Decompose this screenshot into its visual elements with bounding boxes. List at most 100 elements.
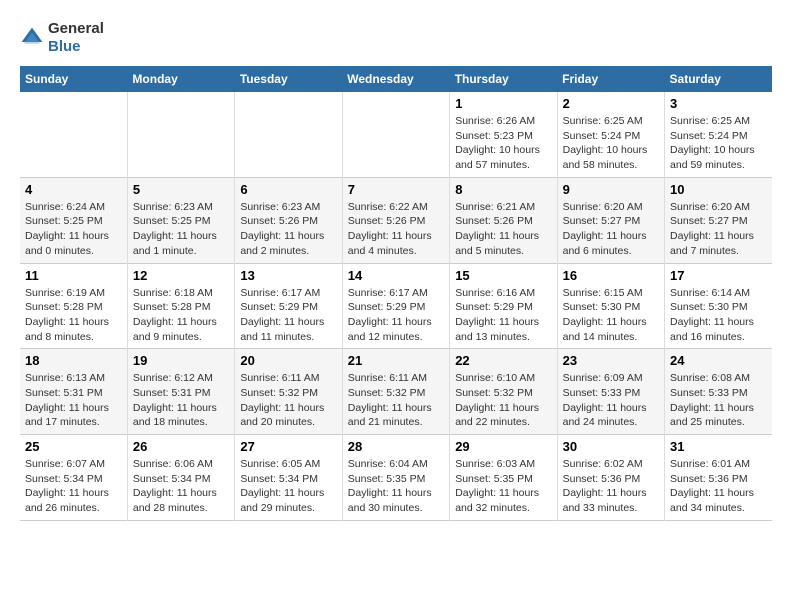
day-info: Sunrise: 6:11 AM Sunset: 5:32 PM Dayligh… [240, 371, 336, 430]
calendar-cell: 14 Sunrise: 6:17 AM Sunset: 5:29 PM Dayli… [342, 263, 449, 349]
day-info: Sunrise: 6:01 AM Sunset: 5:36 PM Dayligh… [670, 457, 767, 516]
calendar-header-friday: Friday [557, 66, 664, 92]
day-info: Sunrise: 6:04 AM Sunset: 5:35 PM Dayligh… [348, 457, 444, 516]
calendar-cell: 3 Sunrise: 6:25 AM Sunset: 5:24 PM Daylig… [665, 92, 772, 177]
calendar-cell: 26Sunrise: 6:06 AM Sunset: 5:34 PM Dayli… [127, 435, 234, 521]
calendar-cell: 13 Sunrise: 6:17 AM Sunset: 5:29 PM Dayli… [235, 263, 342, 349]
calendar-cell: 20 Sunrise: 6:11 AM Sunset: 5:32 PM Dayli… [235, 349, 342, 435]
calendar-week-row: 11Sunrise: 6:19 AM Sunset: 5:28 PM Dayli… [20, 263, 772, 349]
calendar-cell: 29 Sunrise: 6:03 AM Sunset: 5:35 PM Dayli… [450, 435, 557, 521]
calendar-cell [20, 92, 127, 177]
logo-blue: Blue [48, 38, 81, 55]
day-info: Sunrise: 6:23 AM Sunset: 5:25 PM Dayligh… [133, 200, 229, 259]
calendar-header-tuesday: Tuesday [235, 66, 342, 92]
day-number: 7 [348, 182, 444, 197]
day-number: 21 [348, 353, 444, 368]
day-number: 30 [563, 439, 659, 454]
day-number: 29 [455, 439, 551, 454]
day-info: Sunrise: 6:08 AM Sunset: 5:33 PM Dayligh… [670, 371, 767, 430]
day-info: Sunrise: 6:12 AM Sunset: 5:31 PM Dayligh… [133, 371, 229, 430]
day-number: 5 [133, 182, 229, 197]
day-number: 28 [348, 439, 444, 454]
calendar-cell: 25 Sunrise: 6:07 AM Sunset: 5:34 PM Dayli… [20, 435, 127, 521]
day-number: 18 [25, 353, 122, 368]
calendar-cell: 11Sunrise: 6:19 AM Sunset: 5:28 PM Dayli… [20, 263, 127, 349]
calendar-week-row: 4 Sunrise: 6:24 AM Sunset: 5:25 PM Daylig… [20, 177, 772, 263]
page-header: General Blue [20, 20, 772, 56]
day-info: Sunrise: 6:03 AM Sunset: 5:35 PM Dayligh… [455, 457, 551, 516]
logo-icon [20, 26, 44, 50]
calendar-cell [342, 92, 449, 177]
day-number: 2 [563, 96, 659, 111]
day-info: Sunrise: 6:22 AM Sunset: 5:26 PM Dayligh… [348, 200, 444, 259]
day-number: 16 [563, 268, 659, 283]
calendar-cell: 21 Sunrise: 6:11 AM Sunset: 5:32 PM Dayli… [342, 349, 449, 435]
calendar-cell: 30 Sunrise: 6:02 AM Sunset: 5:36 PM Dayli… [557, 435, 664, 521]
day-info: Sunrise: 6:25 AM Sunset: 5:24 PM Dayligh… [563, 114, 659, 173]
day-info: Sunrise: 6:26 AM Sunset: 5:23 PM Dayligh… [455, 114, 551, 173]
day-info: Sunrise: 6:18 AM Sunset: 5:28 PM Dayligh… [133, 286, 229, 345]
calendar-week-row: 18 Sunrise: 6:13 AM Sunset: 5:31 PM Dayli… [20, 349, 772, 435]
calendar-table: SundayMondayTuesdayWednesdayThursdayFrid… [20, 66, 772, 521]
day-number: 11 [25, 268, 122, 283]
day-number: 17 [670, 268, 767, 283]
day-info: Sunrise: 6:17 AM Sunset: 5:29 PM Dayligh… [348, 286, 444, 345]
day-info: Sunrise: 6:24 AM Sunset: 5:25 PM Dayligh… [25, 200, 122, 259]
calendar-header-wednesday: Wednesday [342, 66, 449, 92]
day-info: Sunrise: 6:15 AM Sunset: 5:30 PM Dayligh… [563, 286, 659, 345]
calendar-cell: 24 Sunrise: 6:08 AM Sunset: 5:33 PM Dayli… [665, 349, 772, 435]
day-info: Sunrise: 6:13 AM Sunset: 5:31 PM Dayligh… [25, 371, 122, 430]
calendar-cell: 4 Sunrise: 6:24 AM Sunset: 5:25 PM Daylig… [20, 177, 127, 263]
calendar-cell: 28 Sunrise: 6:04 AM Sunset: 5:35 PM Dayli… [342, 435, 449, 521]
day-number: 1 [455, 96, 551, 111]
day-info: Sunrise: 6:11 AM Sunset: 5:32 PM Dayligh… [348, 371, 444, 430]
day-number: 20 [240, 353, 336, 368]
calendar-cell: 12 Sunrise: 6:18 AM Sunset: 5:28 PM Dayli… [127, 263, 234, 349]
calendar-cell: 27 Sunrise: 6:05 AM Sunset: 5:34 PM Dayli… [235, 435, 342, 521]
day-number: 4 [25, 182, 122, 197]
day-number: 8 [455, 182, 551, 197]
day-number: 22 [455, 353, 551, 368]
day-info: Sunrise: 6:17 AM Sunset: 5:29 PM Dayligh… [240, 286, 336, 345]
calendar-cell: 9Sunrise: 6:20 AM Sunset: 5:27 PM Daylig… [557, 177, 664, 263]
day-info: Sunrise: 6:05 AM Sunset: 5:34 PM Dayligh… [240, 457, 336, 516]
day-number: 13 [240, 268, 336, 283]
calendar-cell: 31 Sunrise: 6:01 AM Sunset: 5:36 PM Dayli… [665, 435, 772, 521]
calendar-week-row: 25 Sunrise: 6:07 AM Sunset: 5:34 PM Dayli… [20, 435, 772, 521]
calendar-cell: 18 Sunrise: 6:13 AM Sunset: 5:31 PM Dayli… [20, 349, 127, 435]
day-info: Sunrise: 6:10 AM Sunset: 5:32 PM Dayligh… [455, 371, 551, 430]
calendar-cell: 22 Sunrise: 6:10 AM Sunset: 5:32 PM Dayli… [450, 349, 557, 435]
calendar-header-thursday: Thursday [450, 66, 557, 92]
day-number: 12 [133, 268, 229, 283]
day-number: 26 [133, 439, 229, 454]
calendar-cell: 15 Sunrise: 6:16 AM Sunset: 5:29 PM Dayli… [450, 263, 557, 349]
calendar-cell: 5 Sunrise: 6:23 AM Sunset: 5:25 PM Daylig… [127, 177, 234, 263]
day-number: 15 [455, 268, 551, 283]
calendar-cell: 1 Sunrise: 6:26 AM Sunset: 5:23 PM Daylig… [450, 92, 557, 177]
day-number: 27 [240, 439, 336, 454]
calendar-cell: 23Sunrise: 6:09 AM Sunset: 5:33 PM Dayli… [557, 349, 664, 435]
day-number: 6 [240, 182, 336, 197]
calendar-cell: 10Sunrise: 6:20 AM Sunset: 5:27 PM Dayli… [665, 177, 772, 263]
day-info: Sunrise: 6:02 AM Sunset: 5:36 PM Dayligh… [563, 457, 659, 516]
day-info: Sunrise: 6:16 AM Sunset: 5:29 PM Dayligh… [455, 286, 551, 345]
day-number: 24 [670, 353, 767, 368]
day-info: Sunrise: 6:09 AM Sunset: 5:33 PM Dayligh… [563, 371, 659, 430]
calendar-cell [127, 92, 234, 177]
calendar-header-sunday: Sunday [20, 66, 127, 92]
calendar-cell: 19 Sunrise: 6:12 AM Sunset: 5:31 PM Dayli… [127, 349, 234, 435]
day-number: 25 [25, 439, 122, 454]
day-info: Sunrise: 6:23 AM Sunset: 5:26 PM Dayligh… [240, 200, 336, 259]
day-number: 19 [133, 353, 229, 368]
day-info: Sunrise: 6:14 AM Sunset: 5:30 PM Dayligh… [670, 286, 767, 345]
calendar-header-monday: Monday [127, 66, 234, 92]
day-number: 14 [348, 268, 444, 283]
calendar-header-saturday: Saturday [665, 66, 772, 92]
day-number: 3 [670, 96, 767, 111]
day-number: 31 [670, 439, 767, 454]
calendar-cell: 2 Sunrise: 6:25 AM Sunset: 5:24 PM Daylig… [557, 92, 664, 177]
calendar-header-row: SundayMondayTuesdayWednesdayThursdayFrid… [20, 66, 772, 92]
day-number: 9 [563, 182, 659, 197]
day-info: Sunrise: 6:07 AM Sunset: 5:34 PM Dayligh… [25, 457, 122, 516]
day-info: Sunrise: 6:25 AM Sunset: 5:24 PM Dayligh… [670, 114, 767, 173]
